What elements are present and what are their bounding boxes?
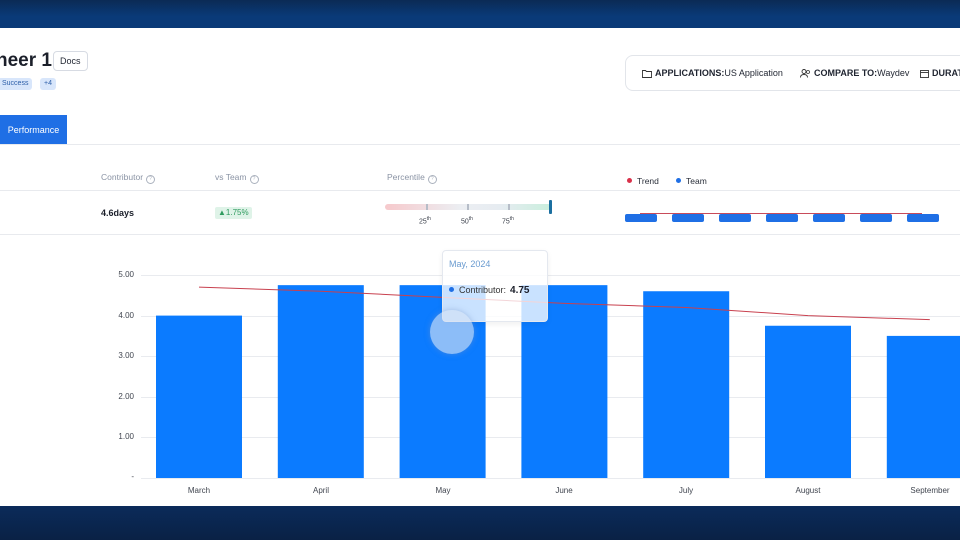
- x-tick-label: July: [678, 486, 694, 495]
- bar-april[interactable]: [277, 285, 364, 478]
- background-band: [0, 506, 960, 540]
- x-tick-label: June: [555, 486, 573, 495]
- tooltip-title: May, 2024: [449, 259, 491, 269]
- series-dot-icon: [449, 287, 454, 292]
- x-tick-label: May: [435, 486, 451, 495]
- bar-march[interactable]: [156, 315, 242, 478]
- tooltip-value: 4.75: [510, 285, 530, 296]
- tooltip-series: Contributor:: [459, 285, 507, 295]
- x-tick-label: August: [795, 486, 821, 495]
- x-tick-label: September: [910, 486, 950, 495]
- x-tick-label: March: [187, 486, 211, 495]
- bar-august[interactable]: [765, 325, 851, 478]
- touch-cursor-indicator: [430, 310, 474, 354]
- app-window: neer 1 Docs Success +4 APPLICATIONS:US A…: [0, 28, 960, 506]
- x-tick-label: April: [312, 486, 329, 495]
- bar-september[interactable]: [886, 335, 960, 478]
- tooltip-line: Contributor: 4.75: [449, 285, 530, 296]
- bar-july[interactable]: [643, 291, 730, 478]
